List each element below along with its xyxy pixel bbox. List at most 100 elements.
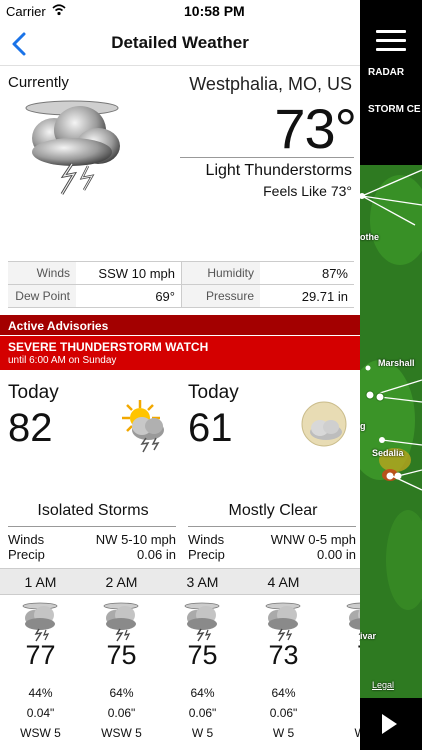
map-place-label: g xyxy=(360,421,366,431)
precip-value: 0.00 in xyxy=(316,547,356,562)
stat-dew-point: Dew Point 69° xyxy=(8,285,181,307)
page-title: Detailed Weather xyxy=(111,33,249,52)
stat-humidity: Humidity 87% xyxy=(181,262,354,284)
hour-time: 2 AM xyxy=(105,574,138,590)
hour-temperature: 73 xyxy=(268,640,299,670)
table-row: Winds SSW 10 mph Humidity 87% xyxy=(8,262,354,285)
thunderstorm-icon xyxy=(25,100,120,195)
precip-label: Precip xyxy=(188,547,225,562)
storm-center-tab[interactable]: STORM CE xyxy=(368,104,421,115)
stat-value: SSW 10 mph xyxy=(98,266,175,281)
radar-header: RADAR STORM CE xyxy=(360,0,422,165)
wifi-icon xyxy=(52,4,66,16)
currently-label: Currently xyxy=(8,74,69,91)
day-condition: Isolated Storms xyxy=(37,502,149,519)
day-temperature: 82 xyxy=(8,406,53,450)
winds-value: WNW 0-5 mph xyxy=(270,532,356,547)
hour-precip-amount: 0.06" xyxy=(107,706,136,720)
hour-temperature: 75 xyxy=(187,640,218,670)
divider xyxy=(180,157,354,158)
hour-precip-chance: 6 xyxy=(324,686,360,700)
hamburger-menu-icon[interactable] xyxy=(376,30,406,54)
hourly-item: 5 7 6 0. WN xyxy=(324,568,360,750)
map-place-label: Sedalia xyxy=(372,448,404,458)
navigation-bar: Detailed Weather xyxy=(0,24,360,66)
hour-wind: WSW 5 xyxy=(20,726,61,740)
thunderstorm-icon xyxy=(22,602,58,642)
detail-panel: Detailed Weather Currently Westphalia, M… xyxy=(0,0,360,750)
stat-label: Humidity xyxy=(182,262,260,284)
precip-label: Precip xyxy=(8,547,45,562)
stat-label: Dew Point xyxy=(8,285,76,307)
radar-tab[interactable]: RADAR xyxy=(368,67,404,78)
precip-value: 0.06 in xyxy=(136,547,176,562)
status-time: 10:58 PM xyxy=(184,3,245,19)
stat-pressure: Pressure 29.71 in xyxy=(181,285,354,307)
winds-label: Winds xyxy=(188,532,225,547)
advisory-item[interactable]: SEVERE THUNDERSTORM WATCH until 6:00 AM … xyxy=(0,336,360,370)
map-place-label: ivar xyxy=(360,631,377,641)
moon-cloud-icon xyxy=(301,401,347,447)
stat-value: 29.71 in xyxy=(301,289,348,304)
status-bar: Carrier 10:58 PM xyxy=(0,0,422,24)
divider xyxy=(8,526,176,527)
advisory-title: SEVERE THUNDERSTORM WATCH xyxy=(8,340,209,354)
hour-precip-amount: 0.04" xyxy=(26,706,55,720)
hour-time: 1 AM xyxy=(24,574,57,590)
legal-link[interactable]: Legal xyxy=(372,680,394,690)
stat-winds: Winds SSW 10 mph xyxy=(8,262,181,284)
play-icon[interactable] xyxy=(382,714,397,734)
day-name: Today xyxy=(188,382,239,403)
hour-precip-amount: 0.06" xyxy=(188,706,217,720)
winds-value: NW 5-10 mph xyxy=(95,532,176,547)
current-temperature: 73° xyxy=(274,97,357,160)
map-place-label: Marshall xyxy=(378,358,415,368)
hour-temperature: 75 xyxy=(106,640,137,670)
hour-precip-chance: 44% xyxy=(28,686,53,700)
day-temperature: 61 xyxy=(188,406,233,450)
hour-precip-amount: 0.06" xyxy=(269,706,298,720)
forecast-day: Today 82 Isolated Storms Winds NW 5-10 m… xyxy=(8,380,180,565)
hour-time: 5 xyxy=(324,574,360,590)
hour-precip-amount: 0. xyxy=(324,706,360,720)
hour-precip-chance: 64% xyxy=(271,686,296,700)
hour-wind: W 5 xyxy=(272,726,295,740)
advisory-subtitle: until 6:00 AM on Sunday xyxy=(8,355,117,366)
stat-label: Pressure xyxy=(182,285,260,307)
hourly-item: 2 AM 75 64% 0.06" WSW 5 xyxy=(81,568,162,750)
conditions-table: Winds SSW 10 mph Humidity 87% Dew Point … xyxy=(8,261,354,308)
hour-precip-chance: 64% xyxy=(190,686,215,700)
hour-time: 3 AM xyxy=(186,574,219,590)
forecast-night: Today 61 Mostly Clear Winds WNW 0-5 mph … xyxy=(188,380,360,565)
stat-value: 87% xyxy=(321,266,348,281)
hour-wind: W 5 xyxy=(191,726,214,740)
table-row: Dew Point 69° Pressure 29.71 in xyxy=(8,285,354,308)
hour-temperature: 77 xyxy=(25,640,56,670)
location-name: Westphalia, MO, US xyxy=(189,74,352,94)
stat-value: 69° xyxy=(155,289,175,304)
thunderstorm-icon xyxy=(184,602,220,642)
hour-wind: WSW 5 xyxy=(101,726,142,740)
feels-like: Feels Like 73° xyxy=(263,183,352,199)
day-name: Today xyxy=(8,382,59,403)
map-place-label: othe xyxy=(360,232,379,242)
sun-storm-icon xyxy=(122,400,164,453)
thunderstorm-icon xyxy=(265,602,301,642)
hourly-item: 1 AM 77 44% 0.04" WSW 5 xyxy=(0,568,81,750)
hour-wind: WN xyxy=(324,726,361,740)
radar-footer xyxy=(360,698,422,750)
thunderstorm-icon xyxy=(346,602,360,642)
hour-precip-chance: 64% xyxy=(109,686,134,700)
current-condition: Light Thunderstorms xyxy=(205,162,352,179)
hour-temperature: 7 xyxy=(324,640,360,671)
radar-panel[interactable]: Ki othe Marshall g Sedalia ivar Legal RA… xyxy=(360,0,422,750)
day-condition: Mostly Clear xyxy=(228,502,318,519)
carrier-name: Carrier xyxy=(6,4,46,19)
stat-label: Winds xyxy=(8,262,76,284)
hourly-item: 3 AM 75 64% 0.06" W 5 xyxy=(162,568,243,750)
thunderstorm-icon xyxy=(103,602,139,642)
hourly-item: 4 AM 73 64% 0.06" W 5 xyxy=(243,568,324,750)
advisories-header: Active Advisories xyxy=(0,315,360,335)
divider xyxy=(188,526,356,527)
hour-time: 4 AM xyxy=(267,574,300,590)
